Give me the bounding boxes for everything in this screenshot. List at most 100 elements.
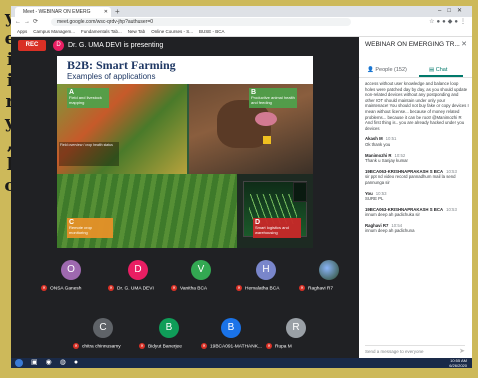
- panel-title: WEBINAR ON EMERGING TR...: [365, 41, 460, 48]
- chat-messages: access without user knowledge and balanc…: [365, 81, 469, 353]
- participant-name-row: ✕ Hemalatha BCA: [236, 285, 300, 291]
- participant-name-row: ✕ Rupa M: [266, 343, 330, 349]
- url-input[interactable]: meet.google.com/wsc-qrdv-jhp?authuser=0: [51, 18, 351, 26]
- people-icon: 👤: [367, 67, 374, 73]
- participant-tile[interactable]: H ✕ Hemalatha BCA: [236, 260, 296, 296]
- message-text: innum deep ah padichuna: [365, 228, 415, 234]
- slide-box-d: D Smart logistics and warehousing: [253, 218, 301, 238]
- chat-message: 19BCA063-KRISHNAPRAKASH S BCA 10:53 innum …: [365, 207, 469, 218]
- message-text: Ok thank you: [365, 141, 391, 147]
- participant-name-row: ✕ Dr. G. UMA DEVI: [108, 285, 172, 291]
- message-author: 19BCA063-KRISHNAPRAKASH S BCA: [365, 168, 444, 174]
- mic-muted-icon: ✕: [236, 285, 242, 291]
- slide-box-c: C Remote crop monitoring: [67, 218, 113, 238]
- compose-placeholder: Send a message to everyone: [365, 349, 424, 354]
- participant-tile[interactable]: B ✕ Bidyut Banerjee: [139, 318, 199, 354]
- clock-date: 6/26/2020: [449, 363, 467, 368]
- address-bar-row: ←→⟳ meet.google.com/wsc-qrdv-jhp?authuse…: [11, 17, 472, 27]
- message-time: 10:52: [394, 152, 406, 158]
- participant-name: Rupa M: [275, 344, 292, 350]
- tab-people[interactable]: 👤 People (152): [367, 63, 407, 77]
- slide-box-b: B Productive animal health and feeding: [249, 88, 297, 108]
- presenting-text: Dr. G. UMA DEVI is presenting: [68, 42, 164, 49]
- participant-avatar: H: [256, 260, 276, 280]
- taskbar-clock: 10:55 AM 6/26/2020: [449, 358, 467, 368]
- participant-name: 19BCA091-MATHANK...: [210, 344, 262, 350]
- message-time: 10:53: [446, 206, 457, 212]
- participant-name: Raghavi R7: [308, 286, 334, 292]
- message-time: 10:51: [385, 136, 397, 142]
- window-controls[interactable]: –□✕: [438, 6, 468, 17]
- browser-tab-meet[interactable]: Meet - WEBINAR ON EMERG ✕: [15, 7, 111, 17]
- message-text: Thank u Sanjay kumar: [365, 158, 408, 164]
- chat-message: Manimozhi R 10:52 Thank u Sanjay kumar: [365, 153, 469, 164]
- mic-muted-icon: ✕: [299, 285, 305, 291]
- participant-name: chitra chinnusamy: [82, 344, 121, 350]
- participant-name: Bidyut Banerjee: [148, 344, 182, 350]
- browser-tab-bar: Meet - WEBINAR ON EMERG ✕ + –□✕: [11, 6, 472, 17]
- chat-message: access without user knowledge and balanc…: [365, 81, 469, 131]
- close-icon[interactable]: ✕: [461, 40, 467, 48]
- presenter-avatar: D: [53, 40, 64, 51]
- message-author: You: [365, 190, 373, 196]
- mic-muted-icon: ✕: [266, 343, 272, 349]
- extension-icons[interactable]: ☆●●◆●⋮: [429, 17, 468, 27]
- start-button[interactable]: [15, 359, 23, 367]
- participant-avatar: B: [159, 318, 179, 338]
- participant-avatar: [319, 260, 339, 280]
- bookmark-item[interactable]: Online Courses - S...: [151, 29, 193, 34]
- chat-message: 19BCA063-KRISHNAPRAKASH S BCA 10:53 sir pp…: [365, 169, 469, 186]
- participant-avatar: B: [221, 318, 241, 338]
- participant-avatar: O: [61, 260, 81, 280]
- new-tab-icon[interactable]: +: [115, 6, 120, 17]
- participant-name-row: ✕ 19BCA091-MATHANK...: [201, 343, 265, 349]
- mic-muted-icon: ✕: [41, 285, 47, 291]
- participant-name-row: ✕ chitra chinnusamy: [73, 343, 137, 349]
- tab-close-icon[interactable]: ✕: [104, 7, 108, 17]
- chat-message: You 10:53 SURE PL: [365, 191, 469, 202]
- chat-compose-input[interactable]: Send a message to everyone ➤: [365, 345, 465, 358]
- taskbar-app-icons[interactable]: ▣◉◍●: [31, 358, 86, 368]
- bookmark-item[interactable]: Campus Managem...: [33, 29, 75, 34]
- tab-chat-label: Chat: [435, 67, 448, 73]
- participant-tile[interactable]: R ✕ Rupa M: [266, 318, 326, 354]
- bookmark-item[interactable]: BUSE - BCA: [199, 29, 225, 34]
- message-text: innum deep ah padichuka sir: [365, 212, 420, 218]
- box-text: Productive animal health and feeding: [251, 95, 295, 105]
- message-author: Akash M: [365, 136, 383, 142]
- participant-tile[interactable]: V ✕ Vanitha BCA: [171, 260, 231, 296]
- participant-tile[interactable]: ✕ Raghavi R7: [299, 260, 359, 296]
- presentation-slide: B2B: Smart Farming Examples of applicati…: [57, 56, 313, 248]
- participant-avatar: R: [286, 318, 306, 338]
- mic-muted-icon: ✕: [171, 285, 177, 291]
- participant-avatar: C: [93, 318, 113, 338]
- chat-message: Akash M 10:51 Ok thank you: [365, 136, 469, 147]
- cow-ear-tag: [263, 136, 271, 144]
- nav-buttons[interactable]: ←→⟳: [15, 17, 41, 27]
- participant-name: Hemalatha BCA: [245, 286, 280, 292]
- meet-top-bar: REC D Dr. G. UMA DEVI is presenting: [11, 37, 359, 54]
- participant-tile[interactable]: C ✕ chitra chinnusamy: [73, 318, 133, 354]
- message-time: 10:54: [391, 222, 403, 228]
- bookmark-item[interactable]: Apps: [17, 29, 27, 34]
- send-icon[interactable]: ➤: [459, 346, 465, 358]
- mic-muted-icon: ✕: [73, 343, 79, 349]
- box-text: Field and livestock mapping: [69, 95, 102, 105]
- box-text: Smart logistics and warehousing: [255, 225, 289, 235]
- chat-side-panel: WEBINAR ON EMERGING TR... ✕ 👤 People (15…: [359, 37, 472, 368]
- message-text: sir ppt nd video record pannadhum mail l…: [365, 174, 456, 185]
- mic-muted-icon: ✕: [139, 343, 145, 349]
- panel-tabs: 👤 People (152) ▤ Chat: [359, 63, 472, 78]
- tractor-dashboard: [293, 182, 307, 202]
- participant-tile[interactable]: O ✕ ONSA Ganesh: [41, 260, 101, 296]
- participant-tile[interactable]: B ✕ 19BCA091-MATHANK...: [201, 318, 262, 354]
- field-overlay-note: Field overview / crop health status: [59, 142, 119, 166]
- bookmark-item[interactable]: New Tab: [128, 29, 145, 34]
- mic-muted-icon: ✕: [201, 343, 207, 349]
- recording-badge: REC: [18, 40, 46, 51]
- bookmark-item[interactable]: Fundamentals Tab...: [81, 29, 122, 34]
- participant-avatar: D: [128, 260, 148, 280]
- message-author: Raghavi R7: [365, 222, 389, 228]
- participant-tile[interactable]: D ✕ Dr. G. UMA DEVI: [108, 260, 168, 296]
- message-author: 19BCA063-KRISHNAPRAKASH S BCA: [365, 206, 444, 212]
